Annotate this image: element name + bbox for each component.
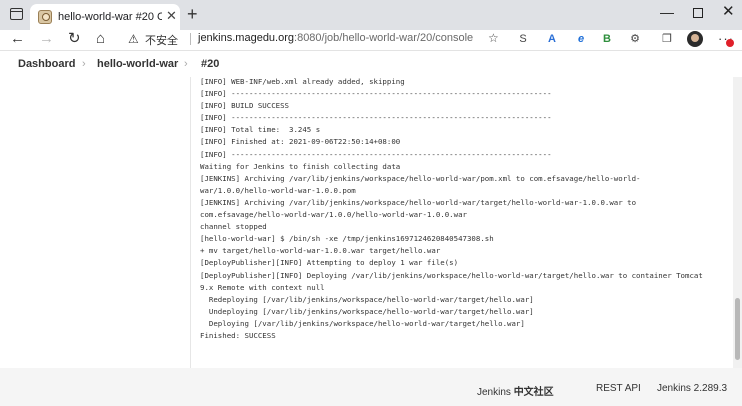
puzzle-icon[interactable]: ⚙ [628,32,642,46]
console-line: [INFO] ---------------------------------… [200,113,552,123]
url-path: :8080/job/hello-world-war/20/console [294,32,474,44]
console-line: [hello-world-war] $ /bin/sh -xe /tmp/jen… [200,234,494,244]
jenkins-favicon-icon [38,10,52,24]
address-divider [190,33,191,45]
b-icon[interactable]: B [600,32,614,46]
panel-divider [190,77,191,368]
console-line: [INFO] WEB-INF/web.xml already added, sk… [200,77,405,86]
console-line: [JENKINS] Archiving /var/lib/jenkins/wor… [200,197,637,207]
new-tab-icon[interactable]: + [187,5,198,23]
reload-icon[interactable]: ↻ [68,30,81,47]
forward-icon[interactable]: → [39,30,54,47]
console-line: [JENKINS] Archiving /var/lib/jenkins/wor… [200,173,641,183]
console-line: [DeployPublisher][INFO] Attempting to de… [200,258,459,268]
tab-active[interactable]: hello-world-war #20 Console [Je ✕ [30,4,180,30]
breadcrumb-separator: › [82,58,86,70]
url-host: jenkins.magedu.org [198,32,295,44]
console-output: [INFO] WEB-INF/web.xml already added, sk… [200,76,730,366]
footer-community-link[interactable]: Jenkins 中文社区 [477,383,554,398]
console-line: [INFO] ---------------------------------… [200,149,552,159]
breadcrumb-dashboard[interactable]: Dashboard [18,58,75,70]
console-line: Deploying [/var/lib/jenkins/workspace/he… [200,318,525,328]
console-line: + mv target/hello-world-war-1.0.0.war ta… [200,246,441,256]
console-line: [INFO] BUILD SUCCESS [200,101,289,111]
tab-title: hello-world-war #20 Console [Je [58,11,162,23]
page-footer: Jenkins 中文社区 REST API Jenkins 2.289.3 [0,368,742,406]
console-line: [INFO] ---------------------------------… [200,89,552,99]
side-panel [0,77,190,368]
footer-community-suffix: 中文社区 [513,387,554,398]
tab-bar: hello-world-war #20 Console [Je ✕ + — ✕ [0,0,742,30]
s-icon[interactable]: S [516,32,530,46]
console-line: war/1.0.0/hello-world-war-1.0.0.pom [200,185,356,195]
console-line: channel stopped [200,222,267,232]
console-line: [INFO] Finished at: 2021-09-06T22:50:14+… [200,137,401,147]
browser-toolbar: ← → ↻ ⌂ ⚠ 不安全 jenkins.magedu.org:8080/jo… [0,30,742,50]
console-line: Finished: SUCCESS [200,330,276,340]
tab-actions-icon[interactable] [10,8,23,20]
maximize-icon[interactable] [693,8,703,18]
breadcrumb-separator: › [184,58,188,70]
notification-badge [726,39,734,47]
minimize-icon[interactable]: — [660,3,674,21]
profile-avatar[interactable] [687,31,703,47]
console-line: [DeployPublisher][INFO] Deploying /var/l… [200,270,703,280]
back-icon[interactable]: ← [10,30,25,47]
footer-version-link[interactable]: Jenkins 2.289.3 [657,383,727,394]
console-line: 9.x Remote with context null [200,282,325,292]
home-icon[interactable]: ⌂ [96,30,105,47]
footer-community-prefix: Jenkins [477,387,514,398]
breadcrumb: Dashboard › hello-world-war › #20 [0,51,742,77]
collections-icon[interactable]: ❐ [660,32,674,46]
console-line: Waiting for Jenkins to finish collecting… [200,161,401,171]
breadcrumb-job[interactable]: hello-world-war [97,58,178,70]
console-line: Undeploying [/var/lib/jenkins/workspace/… [200,306,534,316]
tab-close-icon[interactable]: ✕ [166,9,177,23]
translate-icon[interactable]: A [545,32,559,46]
console-line: [INFO] Total time: 3.245 s [200,125,321,135]
console-line: com.efsavage/hello-world-war/1.0.0/hello… [200,210,467,220]
url-text[interactable]: jenkins.magedu.org:8080/job/hello-world-… [198,32,473,44]
breadcrumb-build[interactable]: #20 [201,58,219,70]
favorite-star-icon[interactable]: ☆ [488,31,499,45]
console-line: Redeploying [/var/lib/jenkins/workspace/… [200,294,534,304]
insecure-label[interactable]: 不安全 [145,32,178,48]
address-bar[interactable]: ⚠ 不安全 jenkins.magedu.org:8080/job/hello-… [118,30,506,48]
close-window-icon[interactable]: ✕ [722,3,735,21]
scrollbar-thumb[interactable] [735,298,740,360]
footer-rest-api-link[interactable]: REST API [596,383,641,394]
e-icon[interactable]: e [574,32,588,46]
warning-icon[interactable]: ⚠ [128,32,139,46]
